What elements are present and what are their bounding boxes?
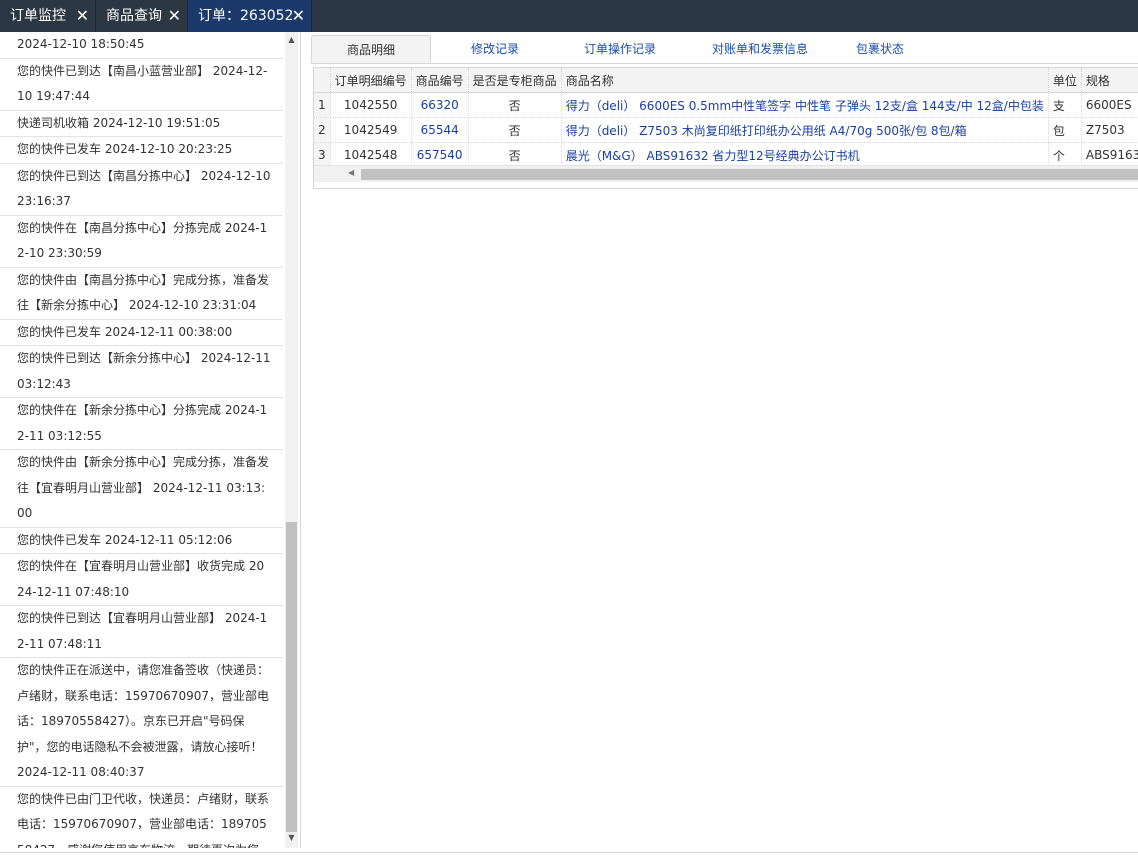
scroll-down-icon[interactable]: ▼ <box>285 832 298 844</box>
table-header-row: 订单明细编号 商品编号 是否是专柜商品 商品名称 单位 规格 数量 <box>314 68 1138 93</box>
cell-product-id[interactable]: 657540 <box>411 142 469 168</box>
log-entry: 您的快件已到达【南昌小蓝营业部】 2024-12-10 19:47:44 <box>0 59 283 111</box>
subtab-package-status[interactable]: 包裹状态 <box>825 35 935 63</box>
cell-spec: 6600ES <box>1081 92 1138 118</box>
close-icon[interactable]: ✕ <box>292 0 305 32</box>
tracking-log-list: 2024-12-10 18:50:45 您的快件已到达【南昌小蓝营业部】 2024… <box>0 32 283 848</box>
log-entry: 2024-12-10 18:50:45 <box>0 32 283 59</box>
cell-counter: 否 <box>468 117 562 143</box>
log-entry: 您的快件已到达【新余分拣中心】 2024-12-11 03:12:43 <box>0 346 283 398</box>
header-counter[interactable]: 是否是专柜商品 <box>468 68 562 93</box>
tab-order-detail[interactable]: 订单：263052 ✕ <box>188 0 312 32</box>
header-spec[interactable]: 规格 <box>1081 68 1138 93</box>
table-row[interactable]: 3 1042548 657540 否晨光（M&G） ABS91632 省力型12号经典… <box>314 142 1138 168</box>
tab-product-query[interactable]: 商品查询 ✕ <box>96 0 188 32</box>
log-entry: 您的快件已发车 2024-12-11 00:38:00 <box>0 320 283 346</box>
tab-label: 订单：263052 <box>198 8 294 24</box>
log-entry: 您的快件已由门卫代收，快递员：卢绪财，联系电话：15970670907，营业部电… <box>0 787 283 849</box>
header-product-name[interactable]: 商品名称 <box>561 68 1049 93</box>
detail-subtabs: 商品明细 修改记录 订单操作记录 对账单和发票信息 包裹状态 <box>310 35 1138 64</box>
cell-detail-id: 1042549 <box>330 117 412 143</box>
scroll-thumb[interactable] <box>361 169 1138 180</box>
log-entry: 您的快件由【南昌分拣中心】完成分拣，准备发往【新余分拣中心】 2024-12-1… <box>0 268 283 320</box>
cell-product-id[interactable]: 65544 <box>411 117 469 143</box>
cell-counter: 否 <box>468 92 562 118</box>
horizontal-scrollbar[interactable]: ◀ <box>314 165 1138 182</box>
header-row-number <box>314 68 331 93</box>
cell-product-name[interactable]: 得力（deli） 6600ES 0.5mm中性笔签字 中性笔 子弹头 12支/盒… <box>561 92 1049 118</box>
tab-order-monitor[interactable]: 订单监控 ✕ <box>0 0 96 32</box>
tab-label: 订单监控 <box>10 8 66 24</box>
table-row[interactable]: 2 1042549 65544 否得力（deli） Z7503 木尚复印纸打印纸办公用… <box>314 117 1138 143</box>
tab-label: 商品查询 <box>106 8 162 24</box>
cell-counter: 否 <box>468 142 562 168</box>
row-number: 3 <box>314 142 331 168</box>
cell-spec: ABS91632 <box>1081 142 1138 168</box>
table-row[interactable]: 1 1042550 66320 否得力（deli） 6600ES 0.5mm中性笔签字… <box>314 92 1138 118</box>
log-entry: 您的快件已发车 2024-12-10 20:23:25 <box>0 137 283 164</box>
header-detail-id[interactable]: 订单明细编号 <box>330 68 412 93</box>
subtab-statement-invoice[interactable]: 对账单和发票信息 <box>685 35 835 63</box>
top-tab-bar: 订单监控 ✕ 商品查询 ✕ 订单：263052 ✕ <box>0 0 1138 32</box>
close-icon[interactable]: ✕ <box>168 0 181 32</box>
log-entry: 您的快件在【新余分拣中心】分拣完成 2024-12-11 03:12:55 <box>0 398 283 450</box>
subtab-change-log[interactable]: 修改记录 <box>440 35 550 63</box>
header-unit[interactable]: 单位 <box>1048 68 1082 93</box>
cell-detail-id: 1042550 <box>330 92 412 118</box>
order-detail-panel: 商品明细 修改记录 订单操作记录 对账单和发票信息 包裹状态 订单明细编号 商品… <box>310 32 1138 848</box>
subtab-order-ops[interactable]: 订单操作记录 <box>560 35 680 63</box>
close-icon[interactable]: ✕ <box>76 0 89 32</box>
cell-product-id[interactable]: 66320 <box>411 92 469 118</box>
log-entry: 您的快件在【南昌分拣中心】分拣完成 2024-12-10 23:30:59 <box>0 216 283 268</box>
vertical-scrollbar[interactable]: ▲ ▼ <box>285 32 298 848</box>
cell-product-name[interactable]: 得力（deli） Z7503 木尚复印纸打印纸办公用纸 A4/70g 500张/… <box>561 117 1049 143</box>
log-entry: 您的快件已发车 2024-12-11 05:12:06 <box>0 528 283 554</box>
product-grid: 订单明细编号 商品编号 是否是专柜商品 商品名称 单位 规格 数量 110425… <box>313 67 1138 189</box>
subtab-product-detail[interactable]: 商品明细 <box>311 35 431 63</box>
cell-unit: 包 <box>1048 117 1082 143</box>
log-entry: 您的快件已到达【南昌分拣中心】 2024-12-10 23:16:37 <box>0 164 283 216</box>
product-table: 订单明细编号 商品编号 是否是专柜商品 商品名称 单位 规格 数量 110425… <box>314 68 1138 168</box>
log-entry: 您的快件正在派送中，请您准备签收（快递员：卢绪财，联系电话：1597067090… <box>0 658 283 787</box>
log-entry: 您的快件已到达【宜春明月山营业部】 2024-12-11 07:48:11 <box>0 606 283 658</box>
cell-unit: 个 <box>1048 142 1082 168</box>
cell-product-name[interactable]: 晨光（M&G） ABS91632 省力型12号经典办公订书机 <box>561 142 1049 168</box>
cell-detail-id: 1042548 <box>330 142 412 168</box>
cell-spec: Z7503 <box>1081 117 1138 143</box>
scroll-left-icon[interactable]: ◀ <box>348 168 354 177</box>
row-number: 1 <box>314 92 331 118</box>
bottom-divider <box>0 852 1138 853</box>
header-product-id[interactable]: 商品编号 <box>411 68 469 93</box>
scroll-thumb[interactable] <box>286 522 297 832</box>
log-entry: 快递司机收箱 2024-12-10 19:51:05 <box>0 111 283 137</box>
cell-unit: 支 <box>1048 92 1082 118</box>
row-number: 2 <box>314 117 331 143</box>
scroll-up-icon[interactable]: ▲ <box>285 34 298 46</box>
tracking-log-panel: 2024-12-10 18:50:45 您的快件已到达【南昌小蓝营业部】 2024… <box>0 32 301 848</box>
log-entry: 您的快件由【新余分拣中心】完成分拣，准备发往【宜春明月山营业部】 2024-12… <box>0 450 283 528</box>
log-entry: 您的快件在【宜春明月山营业部】收货完成 2024-12-11 07:48:10 <box>0 554 283 606</box>
